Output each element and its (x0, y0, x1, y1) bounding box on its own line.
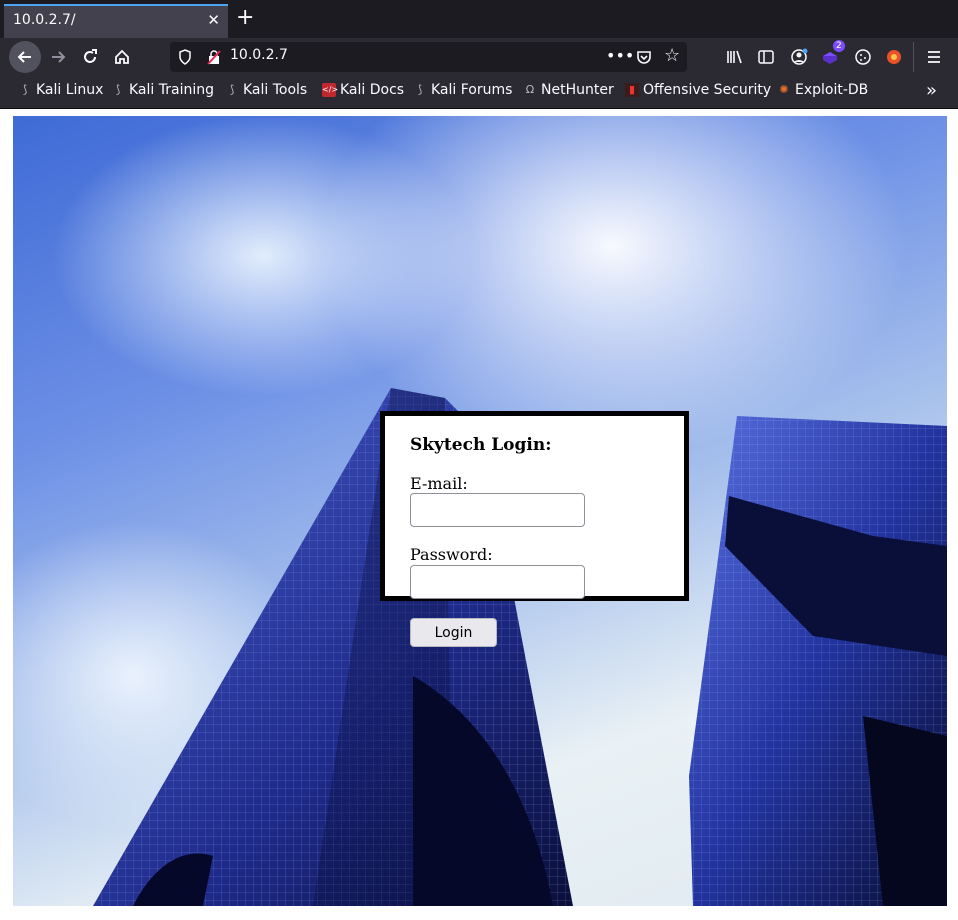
page-actions-icon[interactable]: ••• (606, 46, 634, 65)
forward-button[interactable] (42, 41, 74, 73)
navigation-bar: 10.0.2.7 ••• ☆ 2 (0, 38, 958, 76)
bookmark-kali-forums[interactable]: ⟆ Kali Forums (413, 82, 513, 98)
login-button[interactable]: Login (410, 618, 497, 647)
extension-icon[interactable]: 2 (817, 40, 845, 71)
bookmark-offensive-security[interactable]: ▮ Offensive Security (625, 82, 771, 98)
bookmark-kali-training[interactable]: ⟆ Kali Training (111, 82, 214, 98)
bookmark-label: Kali Forums (431, 82, 513, 98)
email-field[interactable] (410, 493, 585, 527)
sidebar-icon[interactable] (752, 43, 780, 71)
url-text[interactable]: 10.0.2.7 (230, 47, 288, 63)
kali-dragon-icon: ⟆ (229, 83, 235, 96)
home-icon (115, 49, 129, 64)
bookmark-kali-tools[interactable]: ⟆ Kali Tools (225, 82, 307, 98)
bookmark-kali-linux[interactable]: ⟆ Kali Linux (18, 82, 104, 98)
email-label: E-mail: (410, 474, 468, 493)
pocket-icon[interactable] (636, 49, 652, 65)
kali-dragon-icon: ⟆ (417, 83, 423, 96)
bookmark-label: NetHunter (541, 82, 614, 98)
reload-icon (84, 49, 97, 63)
login-title: Skytech Login: (410, 435, 552, 455)
account-icon[interactable] (785, 43, 813, 71)
tab-strip: 10.0.2.7/ ✕ + (0, 0, 958, 38)
bookmark-kali-docs[interactable]: </> Kali Docs (322, 82, 404, 98)
chevron-double-right-icon[interactable]: » (926, 80, 937, 101)
active-tab[interactable]: 10.0.2.7/ ✕ (4, 4, 228, 38)
menu-icon[interactable] (920, 43, 948, 71)
password-field[interactable] (410, 565, 585, 599)
back-button[interactable] (9, 41, 41, 73)
offsec-icon: ▮ (625, 83, 639, 97)
kali-dragon-icon: ⟆ (22, 83, 28, 96)
password-label: Password: (410, 545, 493, 564)
bookmark-star-icon[interactable]: ☆ (664, 45, 680, 66)
addon-fox-icon[interactable] (880, 43, 908, 71)
nethunter-icon: Ω (525, 83, 535, 96)
tab-title: 10.0.2.7/ (13, 12, 76, 28)
bookmark-label: Kali Linux (36, 82, 104, 98)
toolbar-separator (913, 42, 914, 72)
close-tab-icon[interactable]: ✕ (207, 11, 220, 29)
library-icon[interactable] (721, 43, 749, 71)
arrow-right-icon (52, 51, 66, 63)
arrow-left-icon (17, 51, 31, 63)
address-bar[interactable]: 10.0.2.7 ••• ☆ (170, 42, 687, 72)
kali-docs-icon: </> (322, 83, 338, 97)
bookmark-exploit-db[interactable]: ✺ Exploit-DB (777, 82, 868, 98)
cookie-icon[interactable] (849, 43, 877, 71)
kali-dragon-icon: ⟆ (115, 83, 121, 96)
home-button[interactable] (106, 41, 138, 73)
bookmark-label: Kali Docs (340, 82, 405, 98)
bookmark-label: Kali Training (129, 82, 214, 98)
bookmark-label: Exploit-DB (795, 82, 869, 98)
new-tab-button[interactable]: + (236, 5, 254, 31)
reload-button[interactable] (74, 41, 106, 73)
bookmark-nethunter[interactable]: Ω NetHunter (523, 82, 614, 98)
exploitdb-icon: ✺ (779, 83, 789, 96)
shield-icon[interactable] (178, 49, 192, 65)
bookmarks-bar: ⟆ Kali Linux ⟆ Kali Training ⟆ Kali Tool… (0, 76, 958, 109)
extension-badge: 2 (833, 40, 845, 52)
insecure-lock-icon[interactable] (206, 49, 222, 65)
bookmark-label: Kali Tools (243, 82, 308, 98)
bookmark-label: Offensive Security (643, 82, 772, 98)
